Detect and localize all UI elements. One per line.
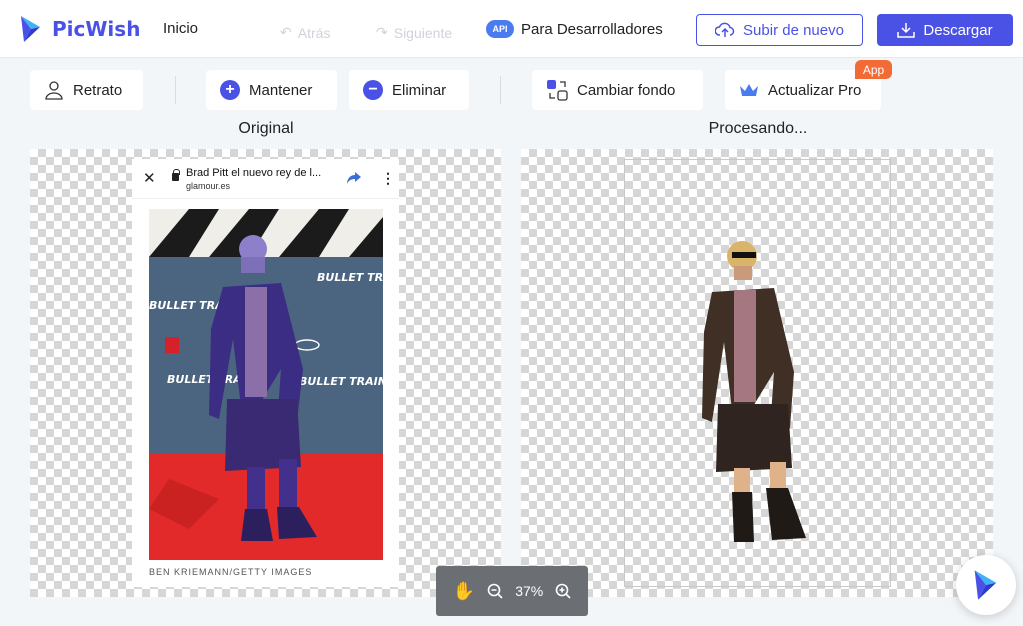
portrait-button[interactable]: Retrato — [30, 70, 143, 110]
zoom-out-icon[interactable] — [487, 583, 503, 599]
keep-label: Mantener — [249, 81, 313, 99]
original-title: Original — [238, 120, 294, 137]
undo-icon: ↶ — [280, 24, 292, 40]
backdrop-logo-text: BULLET TRAIN — [299, 375, 383, 388]
undo-label: Atrás — [297, 24, 331, 41]
crown-icon — [740, 84, 758, 96]
source-domain: glamour.es — [186, 181, 231, 191]
toolbar-divider — [175, 76, 176, 104]
change-background-label: Cambiar fondo — [577, 81, 676, 99]
source-page-title: Brad Pitt el nuevo rey de l... — [186, 167, 322, 179]
app-badge[interactable]: App — [855, 60, 892, 79]
floating-help-button[interactable] — [956, 555, 1016, 615]
upload-again-label: Subir de nuevo — [743, 21, 844, 39]
undo-button[interactable]: ↶ Atrás — [280, 24, 330, 41]
zoom-controls: ✋ 37% — [436, 566, 588, 616]
keep-brush-button[interactable]: + Mantener — [206, 70, 337, 110]
zoom-in-icon[interactable] — [555, 583, 571, 599]
browser-bar: ✕ Brad Pitt el nuevo rey de l... glamour… — [132, 159, 399, 199]
erase-brush-button[interactable]: − Eliminar — [349, 70, 469, 110]
developers-link[interactable]: API Para Desarrolladores — [486, 20, 663, 38]
portrait-label: Retrato — [73, 81, 123, 99]
download-button[interactable]: Descargar — [877, 14, 1013, 46]
close-icon: ✕ — [143, 170, 156, 187]
picwish-logo-icon — [974, 570, 997, 600]
brand-logo[interactable]: PicWish — [18, 14, 140, 44]
redo-icon: ↷ — [376, 24, 388, 40]
lock-icon — [172, 169, 180, 181]
plus-circle-icon: + — [220, 80, 240, 100]
redo-button[interactable]: ↷ Siguiente — [376, 24, 452, 41]
nav-home-link[interactable]: Inicio — [163, 20, 198, 37]
change-background-button[interactable]: Cambiar fondo — [532, 70, 703, 110]
original-photo-image: BULLET TRAIN BULLET TRAIN BULLET TRAIN B… — [149, 209, 383, 560]
more-options-icon: ⋮ — [381, 170, 395, 186]
remove-label: Eliminar — [392, 81, 447, 99]
download-label: Descargar — [923, 21, 993, 39]
pan-hand-icon[interactable]: ✋ — [453, 581, 475, 602]
top-header: PicWish Inicio ↶ Atrás ↷ Siguiente API P… — [0, 0, 1023, 58]
developers-label: Para Desarrolladores — [521, 20, 663, 38]
share-icon — [347, 172, 361, 184]
cloud-upload-icon — [715, 22, 735, 37]
redo-label: Siguiente — [393, 24, 453, 41]
backdrop-logo-text: BULLET TRAIN — [317, 271, 383, 284]
zoom-level: 37% — [515, 583, 544, 599]
person-icon — [45, 81, 63, 100]
api-cloud-icon: API — [486, 20, 514, 38]
download-icon — [897, 23, 916, 38]
brand-name: PicWish — [52, 17, 141, 41]
picwish-logo-icon — [21, 16, 40, 42]
upload-again-button[interactable]: Subir de nuevo — [696, 14, 863, 46]
cutout-person — [702, 241, 806, 542]
minus-circle-icon: − — [363, 80, 383, 100]
toolbar-divider — [500, 76, 501, 104]
photo-credit: BEN KRIEMANN/GETTY IMAGES — [149, 567, 313, 577]
original-photo: BULLET TRAIN BULLET TRAIN BULLET TRAIN B… — [149, 209, 383, 560]
swap-background-icon — [547, 80, 568, 101]
upgrade-pro-label: Actualizar Pro — [768, 81, 862, 99]
processing-title: Procesando... — [708, 120, 808, 137]
